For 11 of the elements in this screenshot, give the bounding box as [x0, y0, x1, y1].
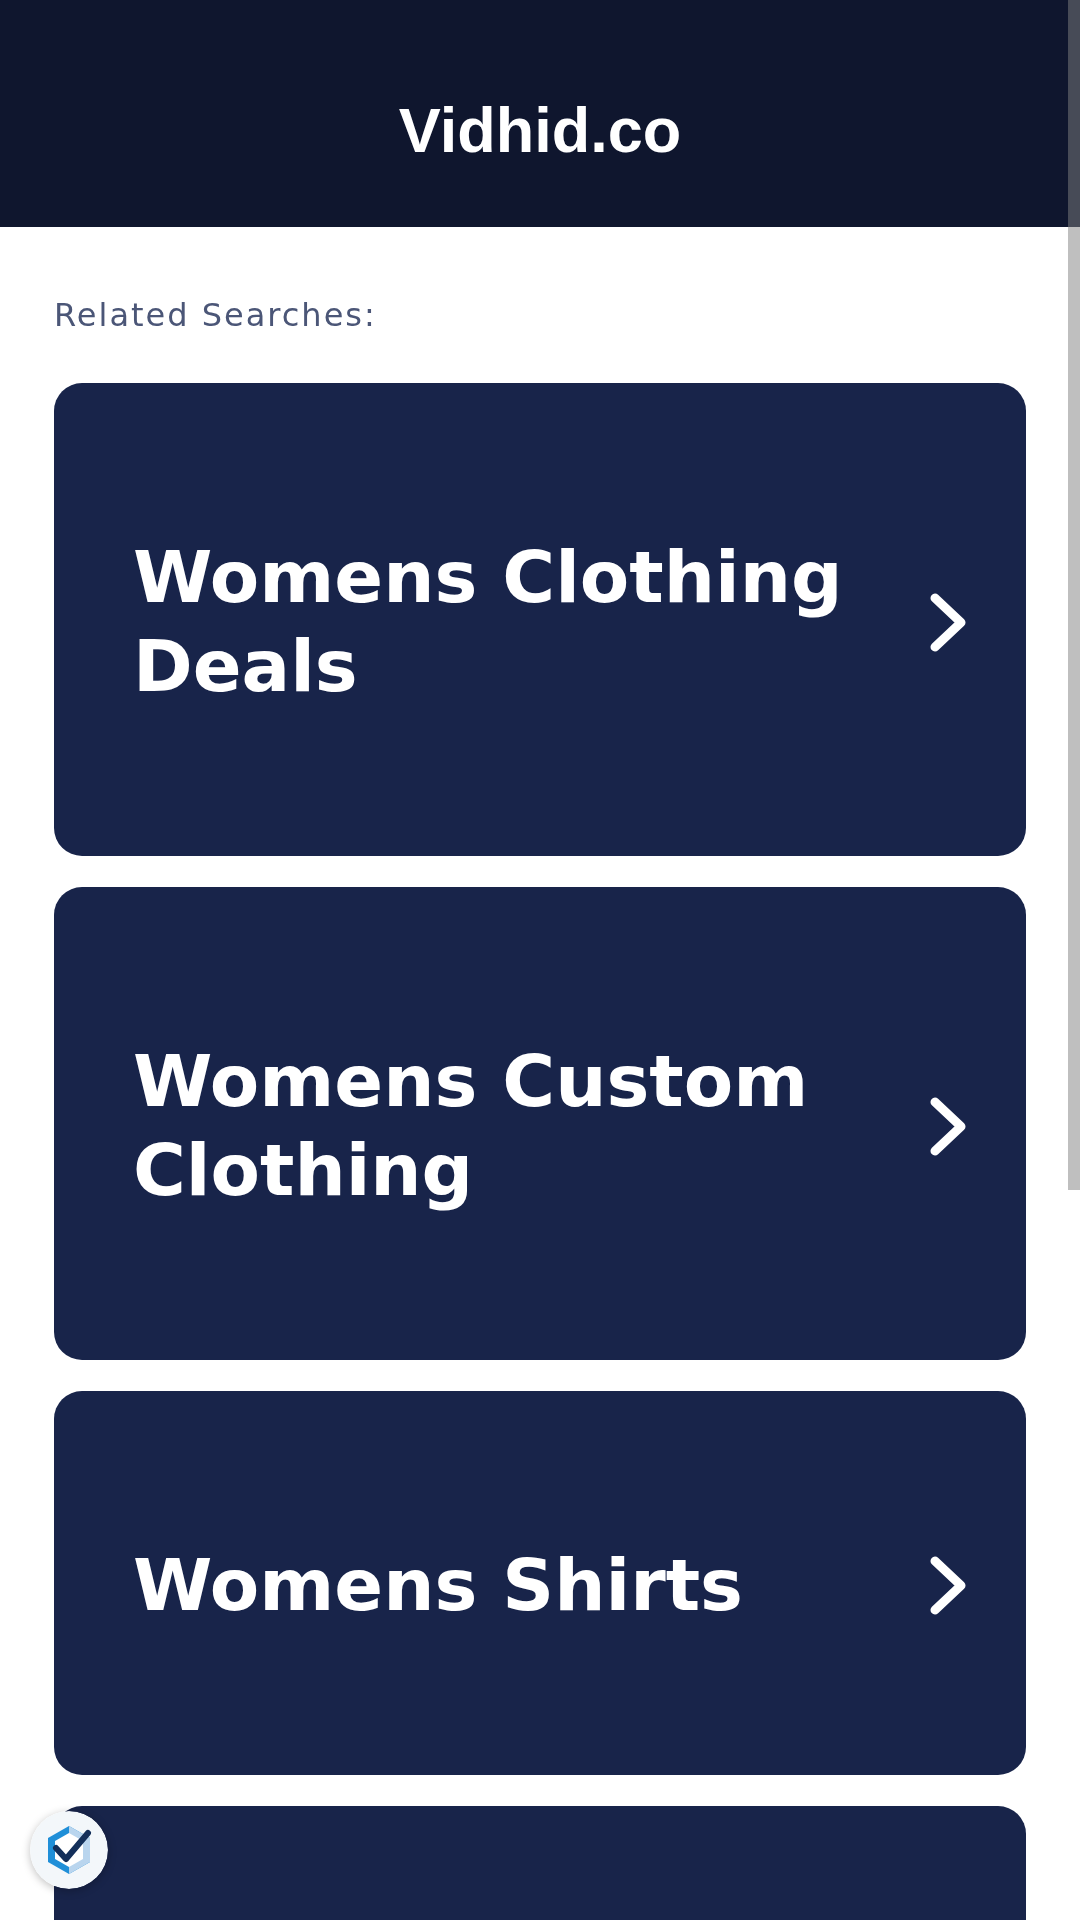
chevron-right-icon [929, 1095, 967, 1157]
related-search-card[interactable]: Womens Custom Clothing [54, 887, 1026, 1361]
related-search-card[interactable]: Womens Clothing Deals [54, 383, 1026, 857]
scrollbar-thumb[interactable] [1068, 0, 1080, 1190]
chevron-right-icon [929, 591, 967, 653]
hexagon-check-icon[interactable] [30, 1811, 108, 1889]
section-heading: Related Searches: [54, 296, 377, 335]
related-search-card[interactable]: Womens Shirts [54, 1391, 1026, 1776]
chevron-right-icon [929, 1555, 967, 1617]
related-search-card[interactable] [54, 1806, 1026, 1920]
site-title: Vidhid.co [398, 93, 682, 167]
